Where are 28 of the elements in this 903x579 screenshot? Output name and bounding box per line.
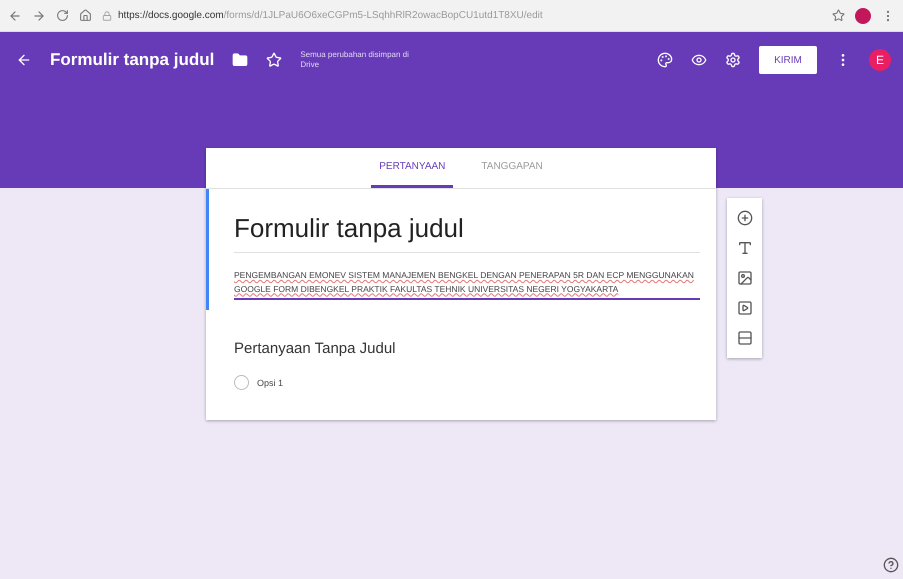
image-icon[interactable]: [736, 270, 752, 286]
form-description[interactable]: PENGEMBANGAN EMONEV SISTEM MANAJEMEN BENGKEL DENGAN PENERAPAN 5R DAN ECP MENGGUNAKAN GOOGLE FORM DIBENGKEL PRAKTIK FAKULTAS TEHNIK UNIVERSITAS NEGERI YOGYAKARTA: [234, 269, 700, 300]
form-title[interactable]: Formulir tanpa judul: [234, 213, 700, 253]
bookmark-star-icon[interactable]: [832, 9, 845, 22]
palette-icon[interactable]: [657, 52, 673, 68]
back-icon[interactable]: [16, 52, 32, 68]
reload-icon[interactable]: [56, 9, 69, 22]
folder-icon[interactable]: [232, 52, 248, 68]
profile-avatar[interactable]: [855, 8, 871, 24]
send-button[interactable]: KIRIM: [759, 46, 817, 74]
back-icon[interactable]: [8, 8, 22, 22]
text-icon[interactable]: [736, 240, 752, 256]
account-avatar[interactable]: E: [869, 49, 891, 71]
tab[interactable]: PERTANYAAN: [371, 148, 454, 188]
help-icon[interactable]: [883, 557, 899, 573]
form-name: Formulir tanpa judul: [50, 50, 214, 70]
eye-icon[interactable]: [691, 52, 707, 68]
video-icon[interactable]: [736, 300, 752, 316]
add-icon[interactable]: [736, 210, 752, 226]
section-icon[interactable]: [736, 330, 752, 346]
home-icon[interactable]: [79, 9, 92, 22]
question-title[interactable]: Pertanyaan Tanpa Judul: [234, 340, 700, 358]
settings-icon[interactable]: [725, 52, 741, 68]
forward-icon[interactable]: [32, 8, 46, 22]
star-icon[interactable]: [266, 52, 282, 68]
option-label[interactable]: Opsi 1: [257, 378, 284, 388]
save-status: Semua perubahan disimpan di Drive: [300, 50, 410, 70]
radio-button[interactable]: [234, 375, 249, 390]
